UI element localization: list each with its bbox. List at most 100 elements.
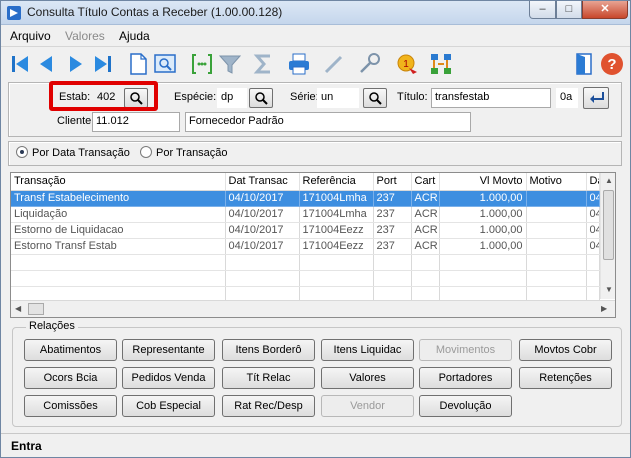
menu-arquivo[interactable]: Arquivo bbox=[10, 29, 51, 43]
table-cell: ACR bbox=[411, 206, 440, 223]
scroll-right-icon[interactable]: ▶ bbox=[601, 304, 607, 313]
menu-ajuda[interactable]: Ajuda bbox=[119, 29, 150, 43]
grid-header: Transação Dat Transac Referência Port Ca… bbox=[11, 173, 600, 191]
table-cell: ACR bbox=[411, 222, 440, 239]
horizontal-scrollbar[interactable]: ◀ ▶ bbox=[11, 300, 615, 317]
table-row[interactable]: Estorno de Liquidacao 04/10/2017 171004E… bbox=[11, 222, 600, 239]
edit-icon[interactable] bbox=[321, 51, 347, 77]
itens-bordero-button[interactable]: Itens Borderô bbox=[222, 339, 315, 361]
toolbar: 1 ? bbox=[1, 46, 630, 80]
rat-rec-desp-button[interactable]: Rat Rec/Desp bbox=[222, 395, 315, 417]
movtos-cobr-button[interactable]: Movtos Cobr bbox=[519, 339, 612, 361]
minimize-button[interactable]: – bbox=[529, 1, 556, 19]
vertical-scroll-thumb[interactable] bbox=[603, 190, 614, 260]
title-bar[interactable]: Consulta Título Contas a Receber (1.00.0… bbox=[1, 1, 630, 25]
table-cell: 171004Eezz bbox=[299, 222, 374, 239]
exit-icon[interactable] bbox=[571, 51, 597, 77]
portadores-button[interactable]: Portadores bbox=[419, 367, 512, 389]
movimentos-button[interactable]: Movimentos bbox=[419, 339, 512, 361]
column-header[interactable]: Vl Movto bbox=[439, 173, 527, 191]
cob-especial-button[interactable]: Cob Especial bbox=[122, 395, 215, 417]
vendor-button[interactable]: Vendor bbox=[321, 395, 414, 417]
column-header[interactable]: Dat Transac bbox=[225, 173, 300, 191]
table-cell: Estorno Transf Estab bbox=[11, 238, 226, 255]
scroll-down-icon[interactable]: ▼ bbox=[605, 285, 613, 294]
comissoes-button[interactable]: Comissões bbox=[24, 395, 117, 417]
sum-icon[interactable] bbox=[251, 51, 277, 77]
tit-relac-button[interactable]: Tít Relac bbox=[222, 367, 315, 389]
scroll-up-icon[interactable]: ▲ bbox=[605, 176, 613, 185]
order-by-date-radio[interactable]: Por Data Transação bbox=[16, 146, 130, 159]
especie-field[interactable]: dp bbox=[217, 88, 247, 108]
magnifier-icon bbox=[255, 92, 268, 105]
table-cell: 1.000,00 bbox=[439, 238, 527, 255]
column-header[interactable]: Port bbox=[373, 173, 412, 191]
ocors-bcia-button[interactable]: Ocors Bcia bbox=[24, 367, 117, 389]
especie-search-button[interactable] bbox=[249, 88, 273, 108]
zoom-window-icon[interactable] bbox=[152, 51, 178, 77]
apply-filter-button[interactable] bbox=[583, 87, 609, 109]
table-row[interactable]: Liquidação 04/10/2017 171004Lmha 237 ACR… bbox=[11, 206, 600, 223]
column-header[interactable]: Da bbox=[586, 173, 600, 191]
close-button[interactable]: ✕ bbox=[582, 1, 628, 19]
window-title: Consulta Título Contas a Receber (1.00.0… bbox=[27, 5, 283, 19]
last-icon[interactable] bbox=[89, 51, 115, 77]
table-cell: ACR bbox=[411, 238, 440, 255]
print-icon[interactable] bbox=[286, 51, 312, 77]
key-icon[interactable] bbox=[357, 51, 383, 77]
column-header[interactable]: Referência bbox=[299, 173, 374, 191]
table-cell: 04/10/2017 bbox=[225, 222, 300, 239]
table-cell: Estorno de Liquidacao bbox=[11, 222, 226, 239]
pedidos-venda-button[interactable]: Pedidos Venda bbox=[122, 367, 215, 389]
reference-icon[interactable]: 1 bbox=[394, 51, 420, 77]
filter-icon[interactable] bbox=[217, 51, 243, 77]
menu-valores[interactable]: Valores bbox=[65, 29, 105, 43]
goto-icon[interactable] bbox=[189, 51, 215, 77]
table-cell: 171004Lmha bbox=[299, 190, 374, 207]
parcela-field[interactable]: 0a bbox=[556, 88, 578, 108]
table-cell: 04 bbox=[586, 222, 600, 239]
retencoes-button[interactable]: Retenções bbox=[519, 367, 612, 389]
serie-field[interactable]: un bbox=[317, 88, 359, 108]
representante-button[interactable]: Representante bbox=[122, 339, 215, 361]
document-icon[interactable] bbox=[125, 51, 151, 77]
table-cell: 171004Lmha bbox=[299, 206, 374, 223]
abatimentos-button[interactable]: Abatimentos bbox=[24, 339, 117, 361]
maximize-button[interactable]: □ bbox=[556, 1, 582, 19]
table-row[interactable]: Estorno Transf Estab 04/10/2017 171004Ee… bbox=[11, 238, 600, 255]
valores-button[interactable]: Valores bbox=[321, 367, 414, 389]
vertical-scrollbar[interactable]: ▲ ▼ bbox=[600, 173, 615, 299]
horizontal-scroll-thumb[interactable] bbox=[28, 303, 44, 315]
itens-liquidac-button[interactable]: Itens Liquidac bbox=[321, 339, 414, 361]
serie-label: Série: bbox=[290, 91, 319, 103]
help-icon[interactable]: ? bbox=[599, 51, 625, 77]
transactions-grid[interactable]: Transação Dat Transac Referência Port Ca… bbox=[10, 172, 616, 318]
table-cell: 237 bbox=[373, 206, 412, 223]
table-row-empty bbox=[11, 254, 600, 271]
svg-text:1: 1 bbox=[403, 59, 409, 70]
scroll-left-icon[interactable]: ◀ bbox=[15, 304, 21, 313]
column-header[interactable]: Motivo bbox=[526, 173, 587, 191]
table-cell: 237 bbox=[373, 238, 412, 255]
app-icon bbox=[7, 6, 21, 20]
structure-icon[interactable] bbox=[428, 51, 454, 77]
especie-label: Espécie: bbox=[174, 91, 217, 103]
table-cell bbox=[526, 190, 587, 207]
table-cell: 04/10/2017 bbox=[225, 206, 300, 223]
table-row[interactable]: Transf Estabelecimento 04/10/2017 171004… bbox=[11, 190, 600, 207]
titulo-field[interactable]: transfestab bbox=[431, 88, 551, 108]
cliente-field[interactable]: 11.012 bbox=[92, 112, 180, 132]
next-icon[interactable] bbox=[62, 51, 88, 77]
table-cell: Transf Estabelecimento bbox=[11, 190, 226, 207]
relations-title: Relações bbox=[26, 320, 78, 332]
first-icon[interactable] bbox=[8, 51, 34, 77]
column-header[interactable]: Cart bbox=[411, 173, 440, 191]
cliente-name-field: Fornecedor Padrão bbox=[185, 112, 471, 132]
devolucao-button[interactable]: Devolução bbox=[419, 395, 512, 417]
table-cell bbox=[526, 206, 587, 223]
serie-search-button[interactable] bbox=[363, 88, 387, 108]
column-header[interactable]: Transação bbox=[11, 173, 226, 191]
table-cell: 171004Eezz bbox=[299, 238, 374, 255]
previous-icon[interactable] bbox=[34, 51, 60, 77]
order-by-transaction-radio[interactable]: Por Transação bbox=[140, 146, 228, 159]
